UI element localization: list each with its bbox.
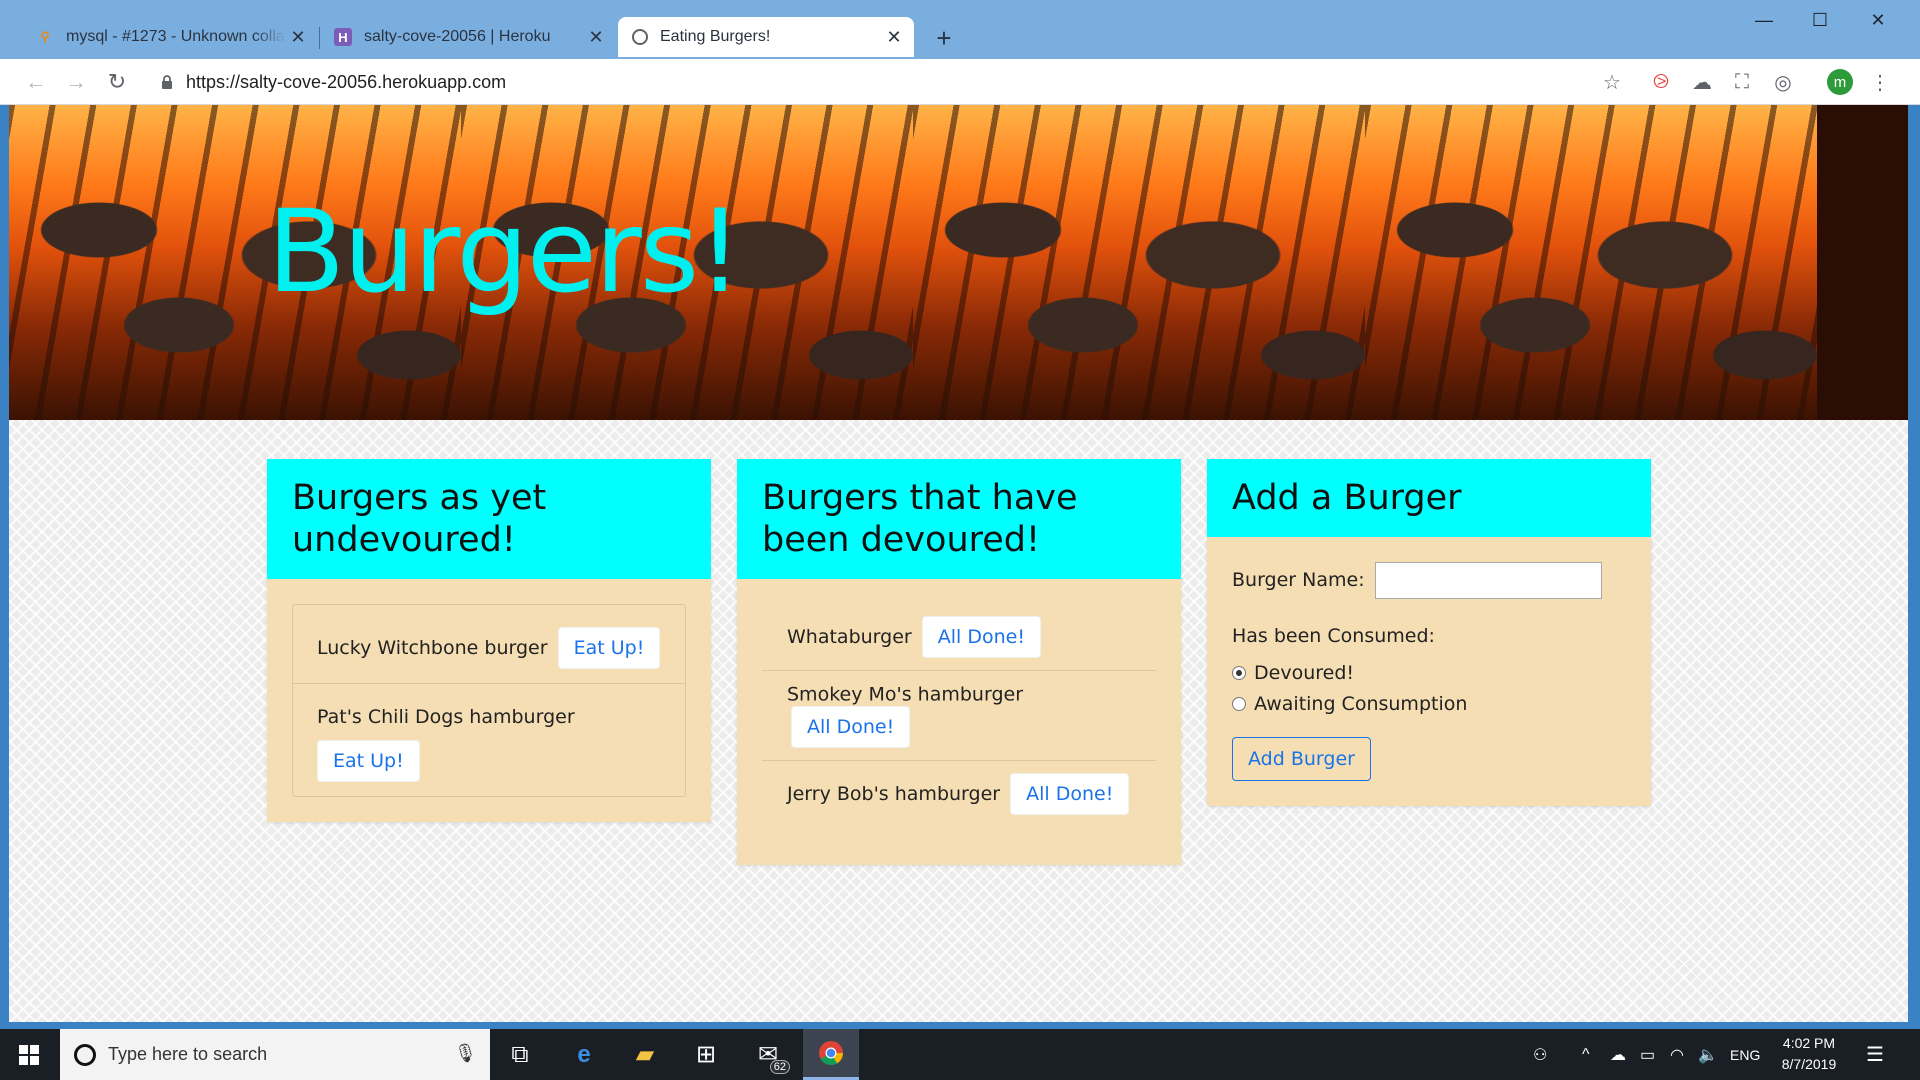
browser-toolbar: ← → ↻ https://salty-cove-20056.herokuapp… [0, 59, 1920, 105]
add-burger-button[interactable]: Add Burger [1232, 737, 1371, 781]
forward-arrow-icon[interactable]: → [59, 65, 93, 99]
cloud-extension-icon[interactable]: ☁ [1687, 67, 1717, 97]
consumed-label: Has been Consumed: [1232, 625, 1435, 647]
list-item: Whataburger All Done! [762, 604, 1156, 671]
close-icon[interactable]: ✕ [882, 25, 906, 49]
extension-icon[interactable]: ◎ [1768, 67, 1798, 97]
clock-date: 8/7/2019 [1781, 1056, 1837, 1072]
devoured-list: Whataburger All Done! Smokey Mo's hambur… [762, 604, 1156, 827]
list-item: Pat's Chili Dogs hamburger Eat Up! [293, 684, 685, 796]
add-burger-card: Add a Burger Burger Name: Has been Consu… [1207, 459, 1651, 806]
radio-label: Awaiting Consumption [1254, 692, 1468, 715]
show-hidden-icons-chevron-icon[interactable]: ^ [1582, 1029, 1590, 1080]
people-icon[interactable]: ⚇ [1533, 1029, 1547, 1080]
burger-name: Jerry Bob's hamburger [787, 782, 1001, 805]
bookmark-star-icon[interactable]: ☆ [1597, 67, 1627, 97]
profile-avatar[interactable]: m [1827, 69, 1853, 95]
browser-tab-strip: ⚲ mysql - #1273 - Unknown collation ✕ H … [0, 0, 1920, 59]
hero-banner: Burgers! [9, 105, 1908, 420]
close-icon[interactable]: ✕ [286, 25, 310, 49]
taskbar: Type here to search 🎙 ⧉ e ▰ ⊞ ✉ 62 ⚇ ^ ☁… [0, 1029, 1920, 1080]
action-center-icon[interactable]: ☰ [1866, 1029, 1884, 1080]
extension-cast-icon[interactable]: ⧁ [1646, 67, 1676, 97]
tab-mysql[interactable]: ⚲ mysql - #1273 - Unknown collation ✕ [22, 17, 318, 57]
burger-name-label: Burger Name: [1232, 569, 1365, 591]
onedrive-cloud-icon[interactable]: ☁ [1610, 1029, 1626, 1080]
menu-kebab-icon[interactable]: ⋮ [1865, 67, 1895, 97]
list-item: Lucky Witchbone burger Eat Up! [293, 605, 685, 684]
close-icon[interactable]: ✕ [584, 25, 608, 49]
grill-image [913, 105, 1365, 420]
list-item: Smokey Mo's hamburger All Done! [762, 671, 1156, 761]
all-done-button[interactable]: All Done! [791, 705, 911, 748]
store-icon[interactable]: ⊞ [678, 1029, 734, 1080]
eat-up-button[interactable]: Eat Up! [557, 627, 661, 669]
page-viewport: Burgers! Burgers as yet undevoured! Luck… [9, 105, 1908, 1022]
burger-name: Smokey Mo's hamburger [787, 683, 1024, 706]
taskbar-search-box[interactable]: Type here to search 🎙 [60, 1029, 490, 1080]
heroku-icon: H [334, 28, 352, 46]
burger-name: Whataburger [787, 626, 912, 648]
radio-label: Devoured! [1254, 661, 1354, 684]
mail-icon[interactable]: ✉ 62 [740, 1029, 796, 1080]
card-heading: Add a Burger [1207, 459, 1651, 537]
page-title: Burgers! [267, 185, 743, 318]
maximize-button[interactable]: ☐ [1792, 0, 1848, 40]
edge-icon[interactable]: e [556, 1029, 612, 1080]
tab-title: salty-cove-20056 | Heroku [364, 28, 551, 45]
battery-icon[interactable]: ▭ [1640, 1029, 1655, 1080]
all-done-button[interactable]: All Done! [1010, 772, 1130, 815]
wifi-icon[interactable]: ◠ [1670, 1029, 1684, 1080]
lock-icon [162, 75, 172, 89]
new-tab-button[interactable]: + [928, 22, 960, 54]
screenshot-extension-icon[interactable]: ⛶ [1727, 67, 1757, 97]
language-indicator[interactable]: ENG [1730, 1029, 1760, 1080]
volume-icon[interactable]: 🔈 [1698, 1029, 1718, 1080]
card-heading: Burgers that have been devoured! [737, 459, 1181, 579]
task-view-icon[interactable]: ⧉ [492, 1029, 548, 1080]
reload-icon[interactable]: ↻ [100, 65, 134, 99]
search-placeholder: Type here to search [108, 1044, 268, 1064]
radio-awaiting[interactable]: Awaiting Consumption [1232, 688, 1626, 719]
url-text: https://salty-cove-20056.herokuapp.com [186, 71, 507, 92]
microphone-icon[interactable]: 🎙 [454, 1043, 477, 1067]
globe-icon [632, 29, 648, 45]
sql-icon: ⚲ [40, 29, 50, 44]
chrome-icon[interactable] [803, 1029, 859, 1080]
tab-title: mysql - #1273 - Unknown collation [66, 28, 286, 45]
card-heading: Burgers as yet undevoured! [267, 459, 711, 579]
cortana-icon [74, 1043, 96, 1066]
eat-up-button[interactable]: Eat Up! [317, 740, 420, 782]
all-done-button[interactable]: All Done! [921, 616, 1041, 658]
devoured-card: Burgers that have been devoured! Whatabu… [737, 459, 1181, 865]
tab-eating-burgers[interactable]: Eating Burgers! ✕ [618, 17, 914, 57]
undevoured-list: Lucky Witchbone burger Eat Up! Pat's Chi… [292, 604, 686, 797]
burger-name-input[interactable] [1374, 562, 1602, 599]
back-arrow-icon[interactable]: ← [19, 65, 53, 99]
file-explorer-icon[interactable]: ▰ [617, 1029, 673, 1080]
mail-badge: 62 [769, 1060, 790, 1074]
radio-unchecked-icon[interactable] [1232, 696, 1246, 711]
system-clock[interactable]: 4:02 PM 8/7/2019 [1764, 1033, 1854, 1075]
undevoured-card: Burgers as yet undevoured! Lucky Witchbo… [267, 459, 711, 822]
windows-start-icon[interactable] [0, 1029, 58, 1080]
close-window-button[interactable]: ✕ [1850, 0, 1906, 40]
minimize-button[interactable]: — [1736, 0, 1792, 40]
burger-name: Lucky Witchbone burger [317, 637, 548, 659]
radio-checked-icon[interactable] [1232, 665, 1246, 680]
burger-name: Pat's Chili Dogs hamburger [317, 706, 575, 728]
radio-devoured[interactable]: Devoured! [1232, 657, 1626, 688]
grill-image [1365, 105, 1817, 420]
tab-heroku[interactable]: H salty-cove-20056 | Heroku ✕ [320, 17, 616, 57]
list-item: Jerry Bob's hamburger All Done! [762, 761, 1156, 827]
tab-title: Eating Burgers! [660, 28, 771, 45]
clock-time: 4:02 PM [1782, 1035, 1836, 1051]
address-bar[interactable]: https://salty-cove-20056.herokuapp.com [146, 63, 1616, 101]
